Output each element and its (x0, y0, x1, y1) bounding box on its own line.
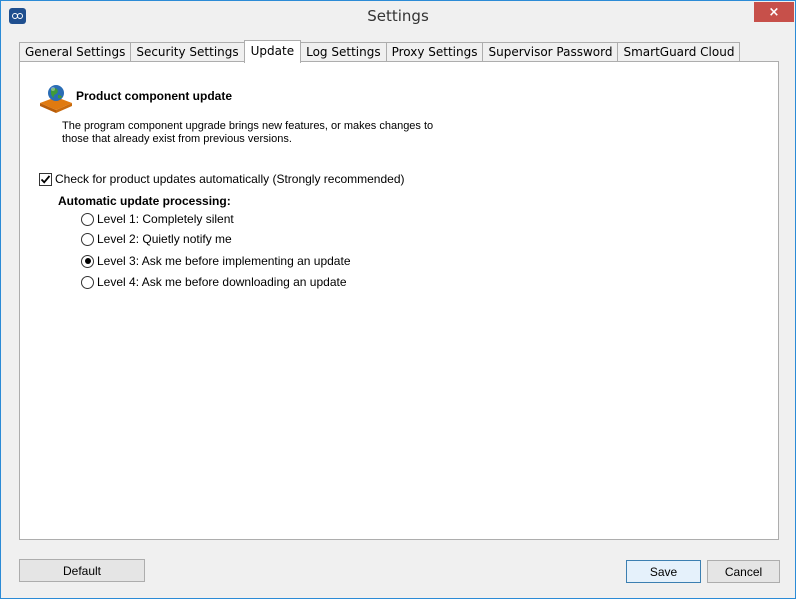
tab-security-settings[interactable]: Security Settings (130, 42, 245, 62)
tab-update[interactable]: Update (243, 40, 302, 63)
tab-supervisor-password[interactable]: Supervisor Password (482, 42, 619, 62)
tab-log-settings[interactable]: Log Settings (300, 42, 387, 62)
update-globe-icon (40, 85, 72, 113)
radio-level-1[interactable]: Level 1: Completely silent (81, 212, 234, 226)
default-button[interactable]: Default (19, 559, 145, 582)
title-bar: Settings × (1, 1, 795, 32)
radio-level-1-button[interactable] (81, 212, 94, 226)
tab-smartguard-cloud[interactable]: SmartGuard Cloud (617, 42, 741, 62)
window-title: Settings (367, 7, 429, 25)
radio-level-4-button[interactable] (81, 275, 94, 289)
radio-level-3-label: Level 3: Ask me before implementing an u… (97, 254, 351, 268)
close-icon: × (768, 4, 780, 20)
tab-proxy-settings[interactable]: Proxy Settings (385, 42, 484, 62)
radio-level-4[interactable]: Level 4: Ask me before downloading an up… (81, 275, 347, 289)
radio-level-2-button[interactable] (81, 232, 94, 246)
auto-update-label: Check for product updates automatically … (55, 172, 405, 186)
tab-bar: General Settings Security Settings Updat… (19, 40, 741, 63)
update-processing-label: Automatic update processing: (58, 194, 231, 208)
auto-update-checkbox-row[interactable]: Check for product updates automatically … (39, 172, 405, 186)
save-button[interactable]: Save (626, 560, 701, 583)
radio-level-4-label: Level 4: Ask me before downloading an up… (97, 275, 347, 289)
section-title: Product component update (76, 89, 232, 103)
auto-update-checkbox[interactable] (39, 172, 52, 186)
section-description: The program component upgrade brings new… (62, 120, 434, 145)
radio-level-2-label: Level 2: Quietly notify me (97, 232, 232, 246)
tab-general-settings[interactable]: General Settings (19, 42, 132, 62)
radio-level-3-button[interactable] (81, 254, 94, 268)
radio-level-3[interactable]: Level 3: Ask me before implementing an u… (81, 254, 351, 268)
checkmark-icon (40, 174, 51, 184)
close-button[interactable]: × (754, 2, 794, 22)
radio-level-2[interactable]: Level 2: Quietly notify me (81, 232, 232, 246)
cancel-button[interactable]: Cancel (707, 560, 780, 583)
radio-level-1-label: Level 1: Completely silent (97, 212, 234, 226)
settings-window: Settings × General Settings Security Set… (0, 0, 796, 599)
update-panel: Product component update The program com… (19, 61, 779, 540)
